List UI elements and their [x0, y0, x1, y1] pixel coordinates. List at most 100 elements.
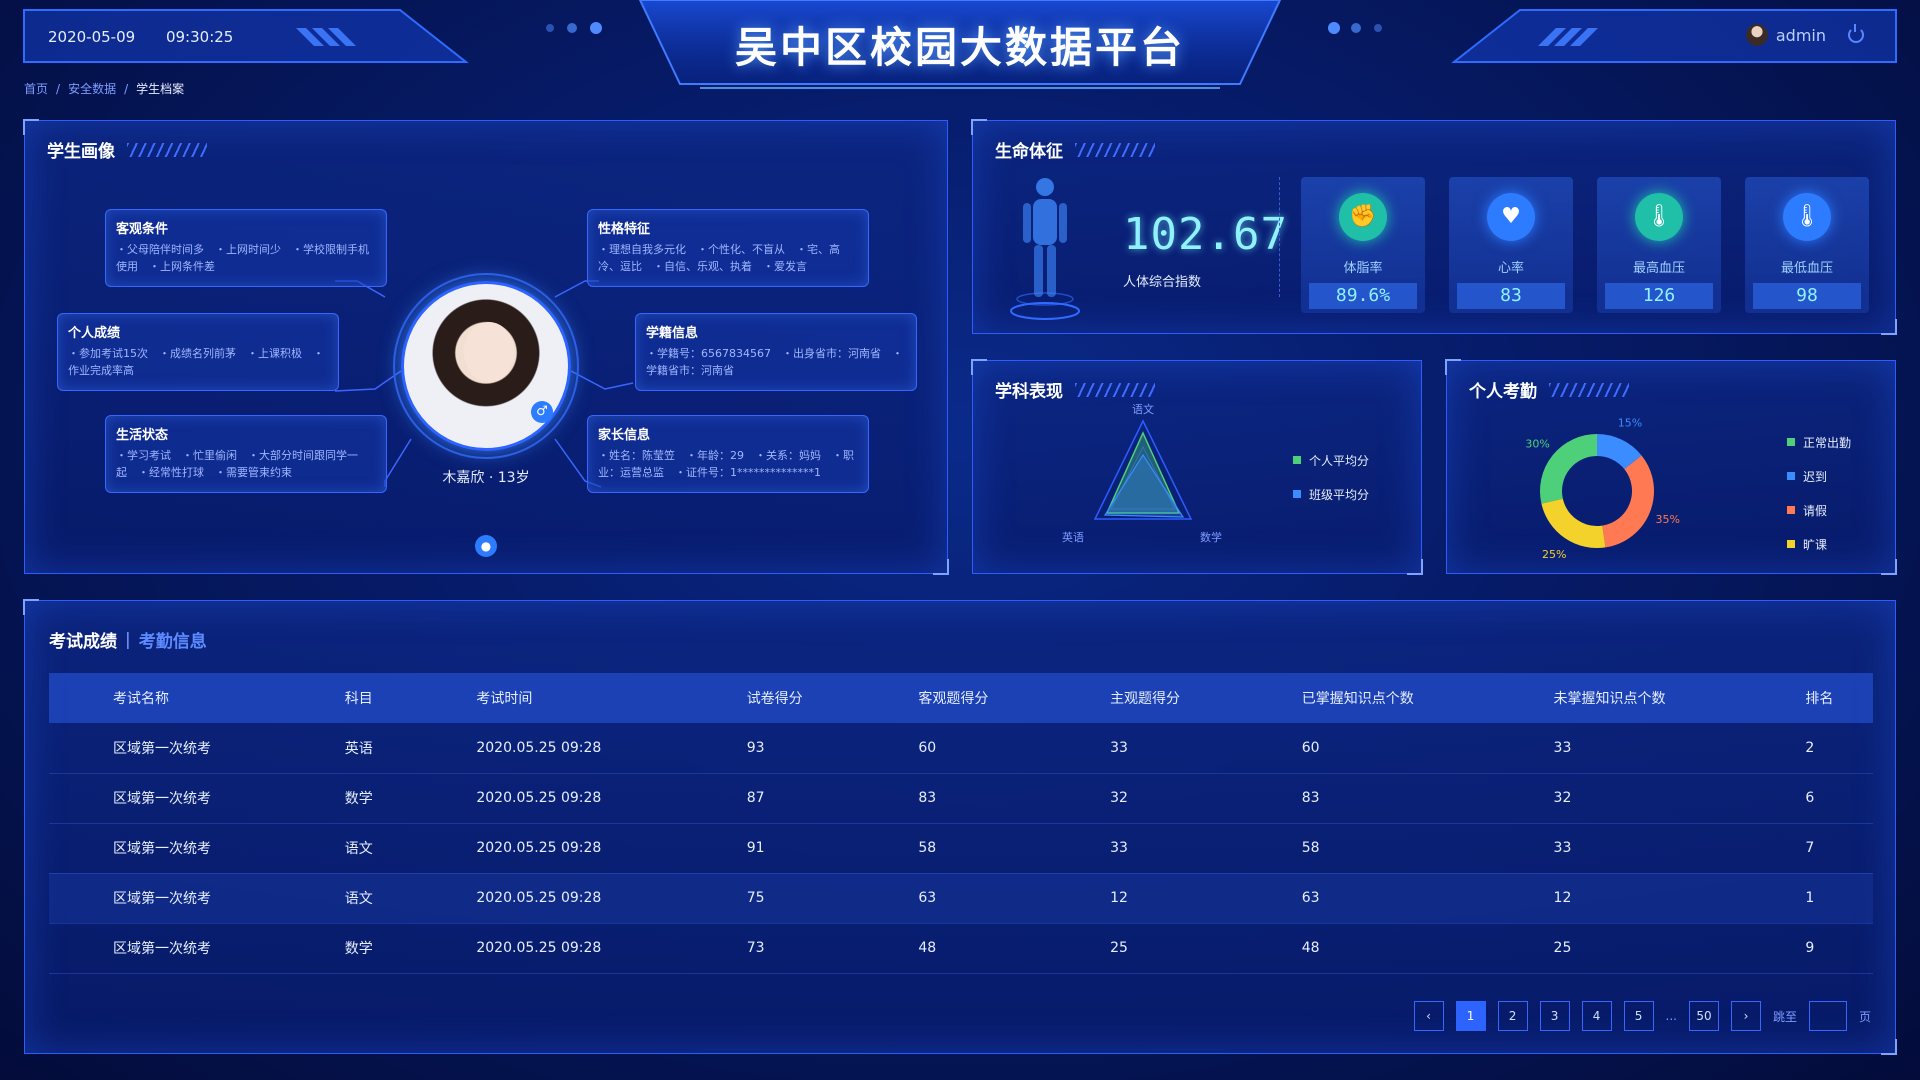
page-button[interactable]: 2	[1497, 1001, 1528, 1031]
table-header-row: 考试名称 科目 考试时间 试卷得分 客观题得分 主观题得分 已掌握知识点个数 未…	[49, 673, 1873, 723]
tab-bar: 考试成绩 | 考勤信息	[49, 627, 207, 653]
page-button-last[interactable]: 50	[1688, 1001, 1719, 1031]
table-cell: 语文	[280, 873, 413, 924]
column-header: 试卷得分	[746, 691, 803, 707]
page-button[interactable]: 5	[1623, 1001, 1654, 1031]
stripes-decoration	[1075, 142, 1155, 157]
page-title: 吴中区校园大数据平台	[734, 23, 1185, 72]
attendance-legend: 正常出勤 迟到 请假 旷课	[1787, 425, 1851, 561]
legend-label: 正常出勤	[1803, 435, 1852, 450]
table-row[interactable]: 区域第一次统考 语文 2020.05.25 09:28 75 63 12 63 12 1	[49, 873, 1873, 924]
table-cell: 58	[854, 823, 1047, 874]
card-achievement: 个人成绩 ・参加考试15次 ・成绩名列前茅 ・上课积极 ・作业完成率高	[57, 313, 339, 391]
table-row[interactable]: 区域第一次统考 语文 2020.05.25 09:28 91 58 33 58 33 7	[49, 823, 1873, 874]
muscle-icon: ✊	[1339, 193, 1387, 241]
table-row[interactable]: 区域第一次统考 数学 2020.05.25 09:28 87 83 32 83 32 6	[49, 773, 1873, 824]
table-cell: 87	[682, 773, 855, 824]
pagination-ellipsis: ...	[1665, 1009, 1677, 1023]
table-row[interactable]: 区域第一次统考 英语 2020.05.25 09:28 93 60 33 60 33 2	[49, 723, 1873, 774]
card-objective-text: ・父母陪伴时间多 ・上网时间少 ・学校限制手机使用 ・上网条件差	[116, 243, 369, 273]
tab-attendance-info[interactable]: 考勤信息	[139, 627, 207, 652]
subject-legend: 个人平均分 班级平均分	[1293, 443, 1369, 511]
metric-value: 98	[1753, 283, 1861, 309]
heart-icon: ♥	[1487, 193, 1535, 241]
prev-page-button[interactable]: ‹	[1413, 1001, 1444, 1031]
thermometer-icon: 🌡	[1783, 193, 1831, 241]
legend-item: 班级平均分	[1293, 477, 1369, 511]
body-index-value: 102.67	[1123, 209, 1288, 260]
legend-swatch	[1787, 506, 1795, 514]
table-cell: 33	[1489, 723, 1742, 774]
legend-swatch	[1293, 490, 1301, 498]
donut-slice	[1596, 434, 1642, 470]
vital-title: 生命体征	[995, 142, 1063, 162]
panel-title: 生命体征	[995, 137, 1155, 162]
table-cell: 83	[854, 773, 1047, 824]
table-cell: 英语	[280, 723, 413, 774]
metric-label: 最低血压	[1780, 261, 1833, 276]
table-cell: 93	[682, 723, 855, 774]
page-button[interactable]: 3	[1539, 1001, 1570, 1031]
table-cell: 区域第一次统考	[49, 923, 281, 974]
page-button[interactable]: 1	[1455, 1001, 1486, 1031]
legend-label: 班级平均分	[1309, 487, 1370, 502]
metric-card-max-bp: 🌡 最高血压 126	[1597, 177, 1721, 313]
radar-axis-label: 数学	[1200, 530, 1222, 544]
user-menu[interactable]: admin	[1745, 24, 1864, 46]
legend-swatch	[1787, 472, 1795, 480]
table-cell: 48	[1237, 923, 1490, 974]
jump-label: 跳至	[1772, 1009, 1797, 1024]
table-cell: 12	[1046, 873, 1238, 924]
datetime: 2020-05-09 09:30:25	[48, 28, 259, 46]
table-row[interactable]: 区域第一次统考 数学 2020.05.25 09:28 73 48 25 48 25 9	[49, 923, 1873, 974]
table-cell: 6	[1741, 773, 1873, 824]
header-time: 09:30:25	[165, 28, 234, 46]
table-cell: 区域第一次统考	[49, 823, 281, 874]
column-header: 排名	[1805, 691, 1834, 707]
page-suffix: 页	[1858, 1009, 1871, 1024]
donut-data-label: 35%	[1656, 513, 1680, 526]
table-cell: 数学	[280, 923, 413, 974]
table-cell: 2	[1741, 723, 1873, 774]
breadcrumb-section[interactable]: 安全数据	[68, 82, 116, 96]
column-header: 考试名称	[113, 691, 169, 707]
donut-data-label: 25%	[1542, 548, 1566, 561]
next-page-button[interactable]: ›	[1730, 1001, 1761, 1031]
table-cell: 73	[682, 923, 855, 974]
card-registry-title: 学籍信息	[646, 326, 699, 341]
exam-table-panel: 考试成绩 | 考勤信息 考试名称 科目 考试时间 试卷得分 客观题得分 主观题得…	[23, 599, 1897, 1055]
username[interactable]: admin	[1776, 26, 1826, 45]
student-portrait-panel: 学生画像 客观条件 ・父母陪伴时间多 ・上网时间少 ・学校限制手机使用 ・上网条…	[23, 119, 949, 575]
human-body-icon	[1010, 178, 1080, 320]
power-icon[interactable]	[1848, 24, 1864, 43]
location-icon[interactable]: ●	[475, 535, 497, 557]
table-cell: 33	[1046, 823, 1238, 874]
metric-card-body-fat: ✊ 体脂率 89.6%	[1301, 177, 1425, 313]
subject-performance-panel: 学科表现 语文 数学 英语 个人平均分 班级平均分	[971, 359, 1423, 575]
legend-item: 个人平均分	[1293, 443, 1369, 477]
pagination: ‹ 1 2 3 4 5 ... 50 › 跳至 页	[1413, 1001, 1871, 1031]
header: 2020-05-09 09:30:25 吴中区校园大数据平台 admin	[0, 0, 1920, 100]
card-achievement-title: 个人成绩	[68, 326, 121, 341]
table-cell: 63	[1237, 873, 1490, 924]
donut-slice	[1601, 455, 1654, 548]
table-cell: 25	[1046, 923, 1238, 974]
table-cell: 2020.05.25 09:28	[412, 923, 683, 974]
legend-label: 迟到	[1803, 469, 1828, 484]
table-cell: 区域第一次统考	[49, 773, 281, 824]
avatar[interactable]	[1745, 24, 1768, 46]
tab-exam-scores[interactable]: 考试成绩	[49, 627, 117, 652]
column-header: 考试时间	[476, 691, 533, 707]
legend-label: 个人平均分	[1309, 453, 1370, 468]
page-button[interactable]: 4	[1581, 1001, 1612, 1031]
jump-page-input[interactable]	[1808, 1001, 1847, 1031]
table-cell: 33	[1489, 823, 1742, 874]
donut-slice	[1540, 434, 1598, 504]
divider	[1279, 177, 1280, 297]
table-cell: 33	[1046, 723, 1238, 774]
table-cell: 语文	[280, 823, 413, 874]
body-index-label: 人体综合指数	[1123, 275, 1202, 290]
breadcrumb-home[interactable]: 首页	[24, 82, 48, 96]
table-cell: 区域第一次统考	[49, 873, 281, 924]
metric-value: 89.6%	[1309, 283, 1417, 309]
